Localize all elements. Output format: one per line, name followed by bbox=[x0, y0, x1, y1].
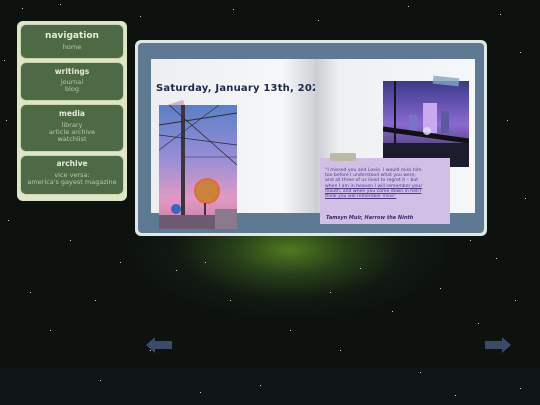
journal-right-page: “I missed you and Lexie. I would miss hi… bbox=[315, 59, 475, 224]
nav-section-title: writings bbox=[54, 67, 90, 76]
prev-page-button[interactable] bbox=[146, 337, 172, 357]
nav-section-title: media bbox=[59, 109, 85, 118]
arrow-left-icon bbox=[146, 337, 172, 353]
nav-link-watchlist[interactable]: watchlist bbox=[21, 136, 123, 143]
nav-link-blog[interactable]: blog bbox=[21, 86, 123, 93]
photo-street-sunset-image bbox=[159, 105, 237, 229]
nav-section-archive: archive vice versa: america's gayest mag… bbox=[20, 155, 124, 195]
journal-left-page: Saturday, January 13th, 2024 bbox=[151, 59, 326, 229]
nav-link-home[interactable]: home bbox=[21, 44, 123, 51]
quote-attribution: Tamsyn Muir, Harrow the Ninth bbox=[326, 215, 414, 221]
journal-frame: Saturday, January 13th, 2024 “I missed y… bbox=[135, 40, 487, 236]
bottom-band bbox=[0, 368, 540, 405]
navigation-panel: navigation home writings journal blog me… bbox=[17, 21, 127, 201]
photo-night-city-image bbox=[383, 81, 469, 167]
arrow-right-icon bbox=[485, 337, 511, 353]
photo-night-city bbox=[383, 81, 469, 167]
nav-section-writings: writings journal blog bbox=[20, 62, 124, 101]
nav-title: navigation bbox=[45, 31, 99, 41]
nav-link-americas-gayest-magazine[interactable]: america's gayest magazine bbox=[21, 179, 123, 186]
nav-section-title: archive bbox=[56, 159, 88, 168]
quote-card: “I missed you and Lexie. I would miss hi… bbox=[320, 153, 450, 224]
paper-clip-icon bbox=[330, 153, 356, 161]
nav-home-box: navigation home bbox=[20, 24, 124, 59]
photo-street-sunset bbox=[159, 105, 237, 229]
journal-frame-inner: Saturday, January 13th, 2024 “I missed y… bbox=[138, 43, 484, 233]
quote-text: “I missed you and Lexie. I would miss hi… bbox=[325, 168, 447, 199]
quote-line: think you will remember mine” bbox=[325, 194, 397, 200]
next-page-button[interactable] bbox=[485, 337, 511, 357]
journal-date: Saturday, January 13th, 2024 bbox=[156, 83, 327, 94]
nav-section-media: media library article archive watchlist bbox=[20, 104, 124, 152]
